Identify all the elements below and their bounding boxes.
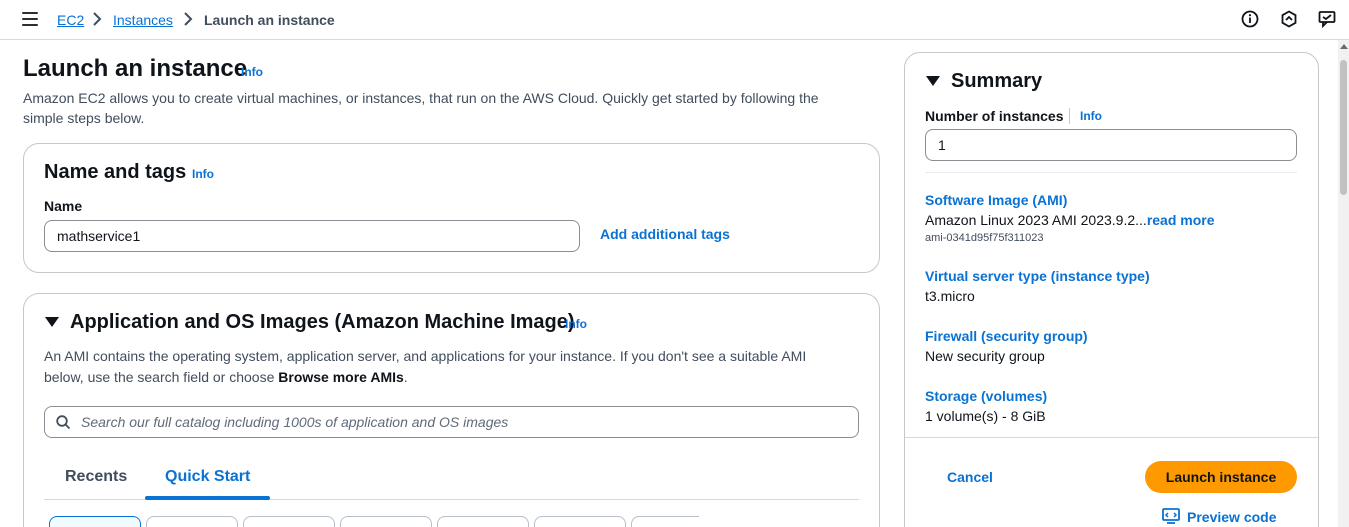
cancel-button[interactable]: Cancel bbox=[947, 469, 993, 485]
tab-quick-start[interactable]: Quick Start bbox=[165, 468, 250, 486]
storage-link[interactable]: Storage (volumes) bbox=[925, 388, 1047, 404]
summary-collapse-triangle-icon[interactable] bbox=[926, 76, 940, 86]
ami-tile[interactable] bbox=[49, 516, 141, 527]
ami-tile[interactable] bbox=[243, 516, 335, 527]
breadcrumb-instances[interactable]: Instances bbox=[113, 11, 173, 29]
firewall-link[interactable]: Firewall (security group) bbox=[925, 328, 1088, 344]
tab-recents[interactable]: Recents bbox=[65, 468, 127, 486]
name-input[interactable]: mathservice1 bbox=[44, 220, 580, 252]
ami-tile[interactable] bbox=[340, 516, 432, 527]
instance-type-value: t3.micro bbox=[925, 288, 975, 304]
summary-title: Summary bbox=[951, 70, 1043, 92]
scroll-up-icon[interactable] bbox=[1340, 44, 1348, 49]
page-scrollbar[interactable] bbox=[1338, 40, 1349, 527]
name-tags-info-link[interactable]: Info bbox=[192, 167, 214, 181]
search-icon bbox=[56, 415, 71, 430]
code-preview-icon bbox=[1162, 508, 1180, 524]
ami-id: ami-0341d95f75f311023 bbox=[925, 232, 1044, 244]
ami-section-title: Application and OS Images (Amazon Machin… bbox=[70, 311, 575, 333]
page-title: Launch an instance bbox=[23, 55, 248, 82]
info-circle-icon[interactable] bbox=[1241, 10, 1259, 28]
ami-search-input[interactable]: Search our full catalog including 1000s … bbox=[44, 406, 859, 438]
notifications-icon[interactable] bbox=[1280, 10, 1298, 28]
ami-tile[interactable] bbox=[534, 516, 626, 527]
summary-divider bbox=[925, 172, 1297, 173]
read-more-link[interactable]: read more bbox=[1147, 212, 1215, 228]
storage-value: 1 volume(s) - 8 GiB bbox=[925, 408, 1046, 424]
ami-tile[interactable] bbox=[631, 516, 699, 527]
instances-info-link[interactable]: Info bbox=[1080, 109, 1102, 123]
name-label: Name bbox=[44, 198, 83, 214]
scrollbar-thumb[interactable] bbox=[1340, 60, 1347, 195]
software-image-link[interactable]: Software Image (AMI) bbox=[925, 192, 1067, 208]
top-navigation-bar: EC2 Instances Launch an instance bbox=[0, 0, 1349, 40]
ami-tile[interactable] bbox=[437, 516, 529, 527]
chevron-right-icon bbox=[93, 12, 102, 26]
summary-footer-divider bbox=[905, 437, 1318, 438]
ami-info-link[interactable]: Info bbox=[565, 317, 587, 331]
chevron-right-icon bbox=[184, 12, 193, 26]
page-info-link[interactable]: Info bbox=[241, 65, 263, 79]
breadcrumb-ec2[interactable]: EC2 bbox=[57, 11, 84, 29]
collapse-triangle-icon[interactable] bbox=[45, 317, 59, 327]
ami-description: An AMI contains the operating system, ap… bbox=[44, 348, 807, 385]
number-of-instances-label: Number of instances bbox=[925, 108, 1064, 124]
firewall-value: New security group bbox=[925, 348, 1045, 364]
add-additional-tags-link[interactable]: Add additional tags bbox=[600, 226, 730, 242]
menu-icon[interactable] bbox=[22, 12, 38, 26]
feedback-icon[interactable] bbox=[1318, 10, 1336, 28]
number-of-instances-input[interactable]: 1 bbox=[925, 129, 1297, 161]
ami-tile[interactable] bbox=[146, 516, 238, 527]
preview-code-link[interactable]: Preview code bbox=[1187, 509, 1277, 525]
breadcrumb-current: Launch an instance bbox=[204, 12, 335, 28]
search-placeholder: Search our full catalog including 1000s … bbox=[81, 414, 509, 430]
label-separator bbox=[1069, 108, 1070, 124]
instance-type-link[interactable]: Virtual server type (instance type) bbox=[925, 268, 1150, 284]
page-description: Amazon EC2 allows you to create virtual … bbox=[23, 90, 819, 126]
active-tab-indicator bbox=[145, 496, 270, 500]
launch-instance-button[interactable]: Launch instance bbox=[1145, 461, 1297, 493]
browse-more-amis-text: Browse more AMIs bbox=[278, 369, 404, 385]
software-image-value: Amazon Linux 2023 AMI 2023.9.2...read mo… bbox=[925, 212, 1215, 228]
name-and-tags-title: Name and tags bbox=[44, 161, 187, 183]
